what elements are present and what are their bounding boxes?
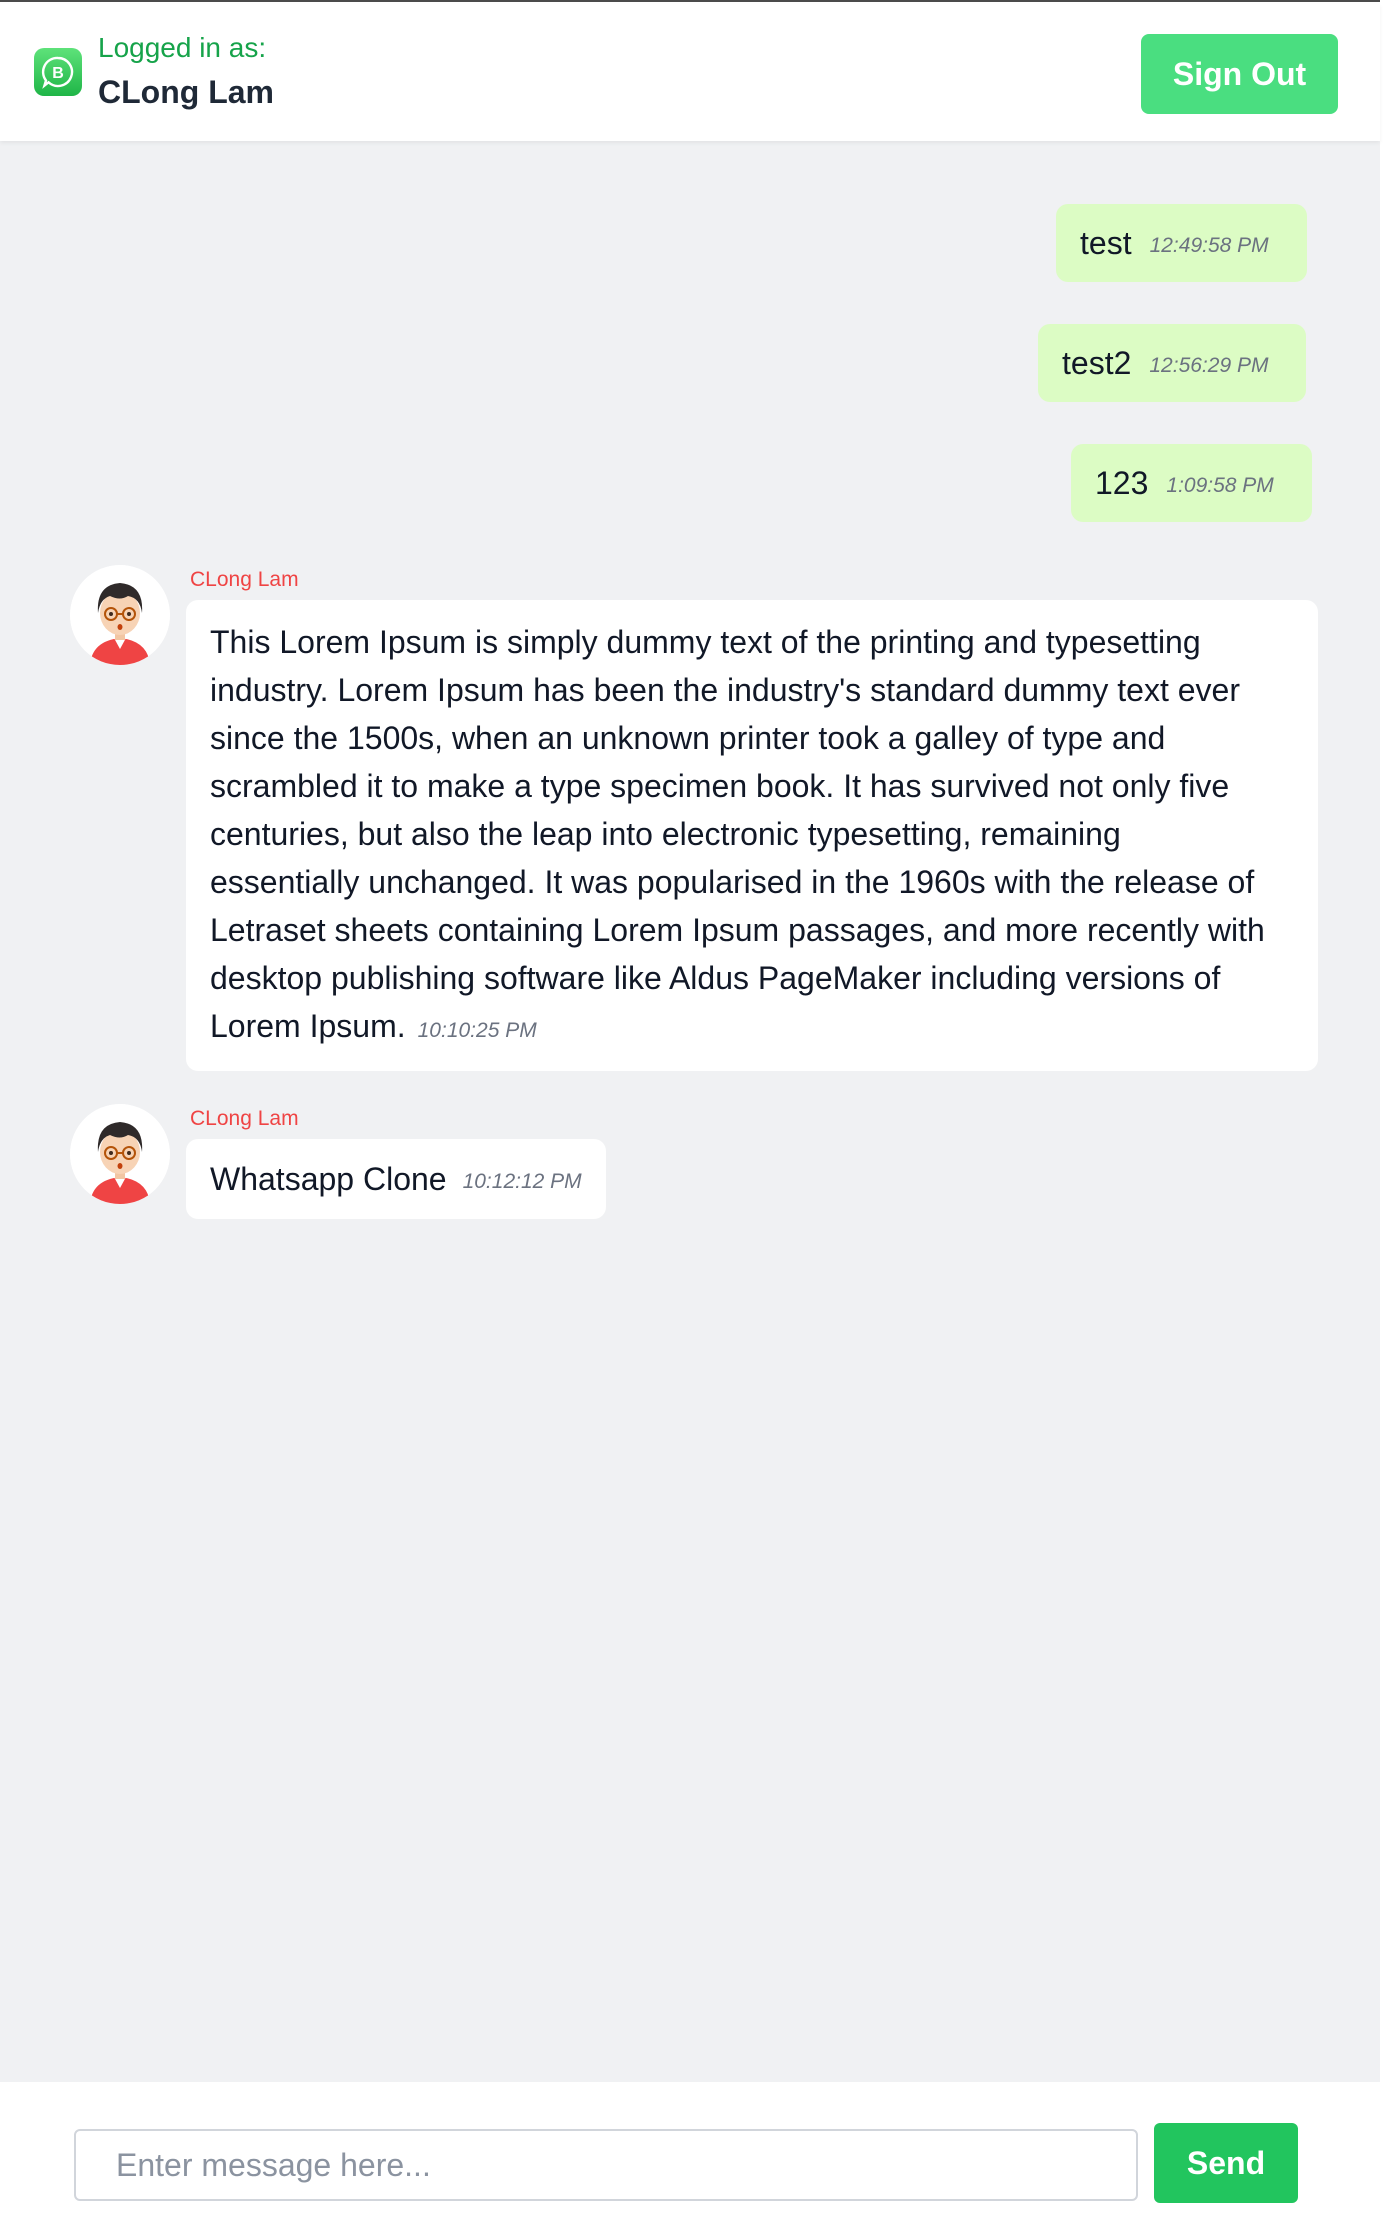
message-text: Whatsapp Clone [210,1160,447,1197]
page-frame: B Logged in as: CLong Lam Sign Out test … [0,0,1380,2236]
message-line: Letraset sheets containing Lorem Ipsum p… [210,912,1265,948]
message-line: desktop publishing software like Aldus P… [210,960,1221,996]
message-composer: Send [0,2082,1380,2236]
message-line: since the 1500s, when an unknown printer… [210,720,1166,756]
message-timestamp: 10:12:12 PM [462,1170,582,1193]
message-line: industry. Lorem Ipsum has been the indus… [210,672,1240,708]
message-text: 123 [1095,464,1149,501]
message-sender-name: CLong Lam [190,1107,299,1130]
chat-app: B Logged in as: CLong Lam Sign Out test … [0,0,1384,2236]
message-timestamp: 10:10:25 PM [417,1019,537,1042]
send-button[interactable]: Send [1154,2123,1298,2203]
message-list[interactable]: test 12:49:58 PM test2 12:56:29 PM 123 1… [0,141,1380,2082]
svg-text:B: B [52,65,64,82]
message-timestamp: 12:49:58 PM [1149,234,1269,257]
header-bar: B Logged in as: CLong Lam Sign Out [0,4,1380,141]
message-text: test [1080,224,1132,261]
sign-out-button[interactable]: Sign Out [1141,34,1338,114]
message-timestamp: 12:56:29 PM [1149,354,1269,377]
message-line: Lorem Ipsum. 10:10:25 PM [210,1002,1294,1055]
outgoing-message: 123 1:09:58 PM [1071,444,1312,522]
message-line: This Lorem Ipsum is simply dummy text of… [210,624,1201,660]
message-timestamp: 1:09:58 PM [1166,474,1274,497]
message-input[interactable] [74,2129,1138,2201]
current-user-name: CLong Lam [98,74,274,110]
logged-in-label: Logged in as: [98,32,267,63]
user-avatar-icon [70,565,170,665]
message-line: centuries, but also the leap into electr… [210,816,1121,852]
message-line: scrambled it to make a type specimen boo… [210,768,1230,804]
user-avatar-icon [70,1104,170,1204]
scrollbar[interactable] [1380,0,1384,2236]
message-sender-name: CLong Lam [190,568,299,591]
outgoing-message: test2 12:56:29 PM [1038,324,1307,402]
message-line: essentially unchanged. It was popularise… [210,864,1255,900]
incoming-message: Whatsapp Clone 10:12:12 PM [186,1139,606,1219]
whatsapp-business-icon: B [34,48,82,96]
outgoing-message: test 12:49:58 PM [1056,204,1307,282]
message-line-text: Lorem Ipsum. [210,1008,406,1044]
message-text: test2 [1062,344,1132,381]
message-text: This Lorem Ipsum is simply dummy text of… [210,618,1294,1055]
incoming-message: This Lorem Ipsum is simply dummy text of… [186,600,1318,1071]
